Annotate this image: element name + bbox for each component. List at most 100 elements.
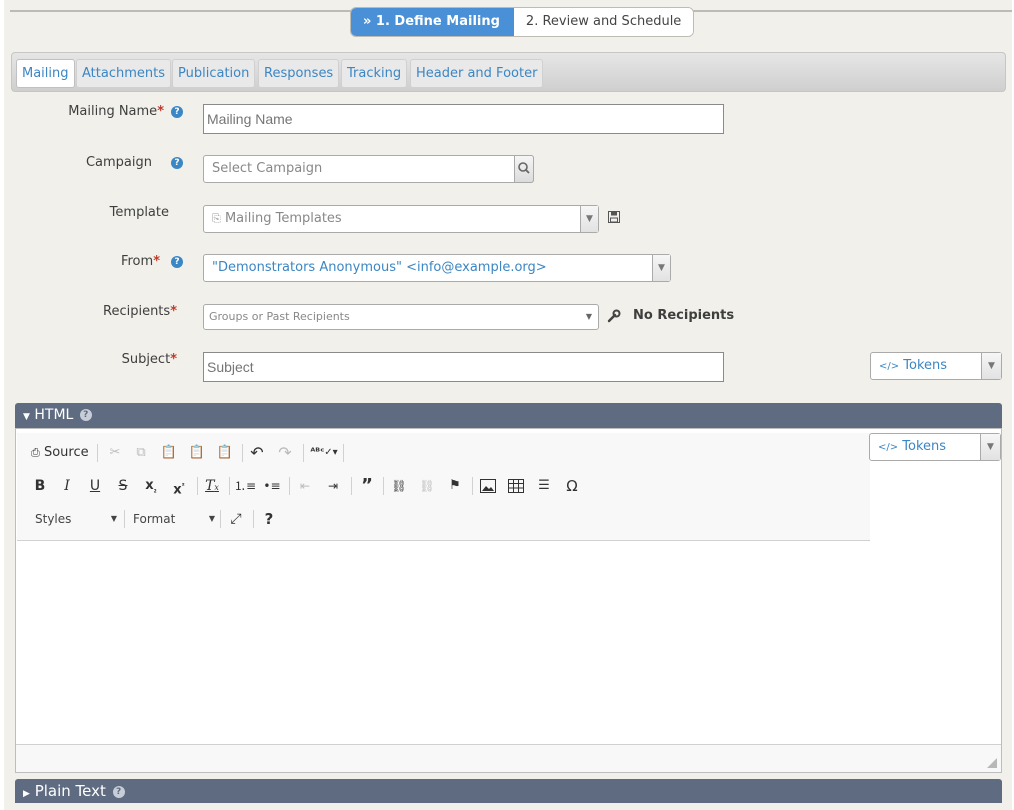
- tab-tracking[interactable]: Tracking: [341, 59, 408, 88]
- wizard-step-define-mailing[interactable]: » 1. Define Mailing: [351, 8, 514, 36]
- bold-icon[interactable]: B: [31, 476, 49, 496]
- help-icon[interactable]: ?: [112, 785, 125, 798]
- editor-content-area[interactable]: [17, 542, 1000, 743]
- from-label: From*: [44, 254, 160, 269]
- subject-tokens-select[interactable]: </> Tokens ▼: [870, 352, 1002, 380]
- format-dropdown[interactable]: Format ▼: [133, 509, 215, 529]
- search-icon: [518, 162, 530, 174]
- chevron-down-icon: ▼: [208, 514, 215, 523]
- help-icon[interactable]: ?: [171, 157, 183, 169]
- tab-bar: Mailing Attachments Publication Response…: [11, 52, 1006, 92]
- chevron-down-icon: ▼: [652, 255, 670, 281]
- campaign-placeholder: Select Campaign: [212, 161, 323, 176]
- subject-input[interactable]: [203, 352, 724, 382]
- source-icon: ⎙: [31, 446, 40, 459]
- bulleted-list-icon[interactable]: •≡: [262, 476, 282, 496]
- required-mark: *: [170, 352, 177, 367]
- resize-handle-icon[interactable]: [987, 758, 997, 768]
- html-editor: ⎙ Source ✂ ⧉ 📋 📋 📋 ↶ ↷ ᴬᴮᶜ✓▾ B I U S x₂ …: [15, 428, 1002, 773]
- redo-icon[interactable]: ↷: [275, 443, 295, 463]
- italic-icon[interactable]: I: [58, 476, 76, 496]
- help-icon[interactable]: ?: [171, 256, 183, 268]
- template-icon: ⎘: [212, 212, 221, 225]
- required-mark: *: [170, 304, 177, 319]
- special-char-icon[interactable]: Ω: [562, 476, 582, 496]
- help-icon[interactable]: ?: [79, 409, 92, 421]
- chevron-down-icon: ▼: [980, 434, 1000, 460]
- wizard-steps: » 1. Define Mailing 2. Review and Schedu…: [350, 7, 695, 37]
- template-placeholder: Mailing Templates: [224, 211, 342, 226]
- help-button[interactable]: ?: [259, 509, 279, 529]
- tab-mailing[interactable]: Mailing: [16, 59, 75, 88]
- strikethrough-icon[interactable]: S: [114, 476, 132, 496]
- search-button[interactable]: [514, 155, 534, 183]
- editor-toolbar: ⎙ Source ✂ ⧉ 📋 📋 📋 ↶ ↷ ᴬᴮᶜ✓▾ B I U S x₂ …: [17, 433, 870, 541]
- plain-text-section-title: Plain Text: [34, 782, 106, 800]
- chevron-down-icon: ▼: [585, 312, 592, 321]
- wrench-icon[interactable]: [607, 309, 621, 323]
- source-label: Source: [43, 445, 89, 460]
- tab-header-footer[interactable]: Header and Footer: [410, 59, 544, 88]
- recipients-select[interactable]: Groups or Past Recipients ▼: [203, 304, 599, 330]
- styles-dropdown[interactable]: Styles ▼: [35, 509, 117, 529]
- caret-down-icon: ▼: [23, 412, 30, 422]
- tab-publication[interactable]: Publication: [172, 59, 256, 88]
- chevron-down-icon: ▼: [580, 206, 598, 232]
- toolbar-separator: [343, 444, 344, 462]
- recipients-label: Recipients*: [44, 304, 177, 319]
- anchor-flag-icon[interactable]: ⚑: [445, 476, 465, 496]
- from-select[interactable]: "Demonstrators Anonymous" <info@example.…: [203, 254, 671, 282]
- toolbar-separator: [242, 444, 243, 462]
- wizard-step-review-schedule[interactable]: 2. Review and Schedule: [513, 8, 694, 36]
- plain-text-section-header[interactable]: ▶ Plain Text ?: [15, 779, 1002, 803]
- from-value: "Demonstrators Anonymous" <info@example.…: [212, 260, 547, 275]
- remove-format-icon[interactable]: Tx: [202, 476, 222, 496]
- subject-label: Subject*: [44, 352, 177, 367]
- link-icon[interactable]: ⛓: [389, 476, 409, 496]
- mailing-name-input[interactable]: [203, 104, 724, 134]
- copy-icon[interactable]: ⧉: [131, 443, 151, 463]
- paste-icon[interactable]: 📋: [159, 443, 179, 463]
- from-label-text: From: [120, 254, 154, 269]
- maximize-icon[interactable]: ⤢: [226, 509, 246, 529]
- table-icon[interactable]: [506, 476, 526, 496]
- tab-attachments[interactable]: Attachments: [76, 59, 171, 88]
- toolbar-separator: [124, 510, 125, 528]
- image-icon[interactable]: [478, 476, 498, 496]
- blockquote-icon[interactable]: ”: [357, 476, 377, 496]
- toolbar-separator: [351, 477, 352, 495]
- horizontal-line-icon[interactable]: ☰: [534, 476, 554, 496]
- template-select[interactable]: ⎘ Mailing Templates ▼: [203, 205, 599, 233]
- subject-label-text: Subject: [121, 352, 171, 367]
- save-icon[interactable]: [608, 211, 620, 223]
- paste-word-icon[interactable]: 📋: [215, 443, 235, 463]
- html-section-title: HTML: [34, 407, 74, 423]
- toolbar-separator: [220, 510, 221, 528]
- outdent-icon[interactable]: ⇤: [295, 476, 315, 496]
- superscript-icon[interactable]: x²: [169, 476, 189, 497]
- campaign-select[interactable]: Select Campaign: [203, 155, 534, 183]
- mailing-name-label-text: Mailing Name: [68, 104, 158, 119]
- toolbar-separator: [289, 477, 290, 495]
- code-icon: </>: [878, 442, 899, 453]
- spellcheck-icon[interactable]: ᴬᴮᶜ✓▾: [309, 443, 339, 463]
- unlink-icon[interactable]: ⛓: [417, 476, 437, 496]
- cut-icon[interactable]: ✂: [105, 443, 125, 463]
- source-button[interactable]: ⎙ Source: [31, 443, 93, 463]
- numbered-list-icon[interactable]: ⒈≡: [234, 476, 256, 496]
- toolbar-separator: [197, 477, 198, 495]
- help-icon[interactable]: ?: [171, 106, 183, 118]
- toolbar-separator: [303, 444, 304, 462]
- indent-icon[interactable]: ⇥: [323, 476, 343, 496]
- toolbar-separator: [229, 477, 230, 495]
- undo-icon[interactable]: ↶: [247, 443, 267, 463]
- mailing-name-label: Mailing Name*: [44, 104, 164, 119]
- tokens-label: Tokens: [903, 358, 948, 373]
- underline-icon[interactable]: U: [86, 476, 104, 496]
- paste-text-icon[interactable]: 📋: [187, 443, 207, 463]
- subscript-icon[interactable]: x₂: [141, 476, 161, 496]
- tab-responses[interactable]: Responses: [258, 59, 340, 88]
- format-label: Format: [133, 512, 176, 526]
- html-section-header[interactable]: ▼ HTML ?: [15, 403, 1002, 428]
- html-tokens-select[interactable]: </> Tokens ▼: [869, 433, 1001, 461]
